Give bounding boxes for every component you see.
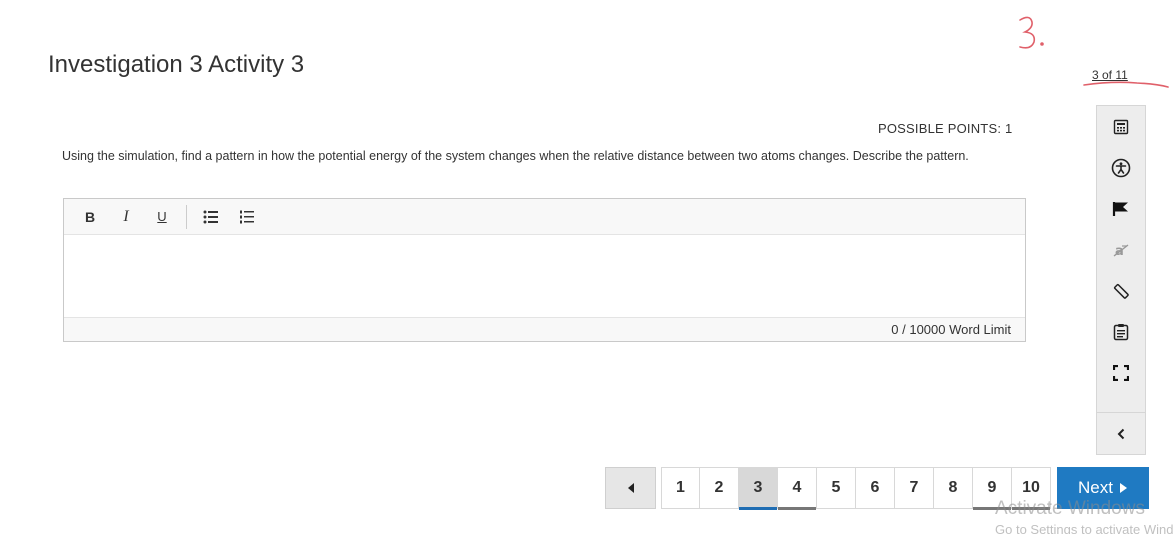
page-number: 1: [676, 479, 685, 496]
activate-windows-watermark: Activate Windows Go to Settings to activ…: [995, 498, 1174, 534]
response-editor: B I U 0 / 10000 Word Limit: [63, 198, 1026, 342]
text-strike-icon: a: [1113, 244, 1129, 258]
notepad-icon: [1113, 323, 1129, 340]
italic-button[interactable]: I: [112, 205, 140, 229]
page-2-button[interactable]: 2: [700, 467, 739, 509]
fullscreen-button[interactable]: [1097, 352, 1145, 393]
page-8-button[interactable]: 8: [934, 467, 973, 509]
page-1-button[interactable]: 1: [661, 467, 700, 509]
bulleted-list-button[interactable]: [197, 205, 225, 229]
word-count-bar: 0 / 10000 Word Limit: [64, 317, 1025, 341]
page-number: 9: [987, 479, 997, 496]
page-7-button[interactable]: 7: [895, 467, 934, 509]
watermark-title: Activate Windows: [995, 498, 1145, 519]
tools-sidebar: a: [1096, 105, 1146, 455]
page-title: Investigation 3 Activity 3: [48, 51, 305, 78]
accessibility-button[interactable]: [1097, 147, 1145, 188]
text-strike-button[interactable]: a: [1097, 229, 1145, 270]
word-limit-label: / 10000 Word Limit: [902, 322, 1011, 337]
handwritten-annotation: [1019, 16, 1044, 49]
chevron-left-icon: [1117, 428, 1125, 439]
flag-icon: [1112, 201, 1128, 216]
current-page-indicator: [739, 507, 777, 510]
question-prompt: Using the simulation, find a pattern in …: [62, 149, 969, 163]
bold-button[interactable]: B: [76, 205, 104, 229]
calculator-icon: [1113, 119, 1129, 134]
numbered-list-button[interactable]: [233, 205, 261, 229]
handwritten-underline: [1083, 81, 1169, 88]
page-3-button[interactable]: 3: [739, 467, 778, 510]
ruler-button[interactable]: [1097, 270, 1145, 311]
numbered-list-icon: [240, 210, 254, 223]
caret-right-icon: [1119, 483, 1127, 493]
page-4-button[interactable]: 4: [778, 467, 817, 510]
page-number: 7: [909, 479, 919, 496]
collapse-sidebar-button[interactable]: [1097, 412, 1145, 454]
page-number: 6: [870, 479, 880, 496]
toolbar-divider: [186, 204, 187, 229]
page-number: 4: [792, 479, 802, 496]
calculator-button[interactable]: [1097, 106, 1145, 147]
answered-indicator: [778, 507, 816, 510]
notepad-button[interactable]: [1097, 311, 1145, 352]
watermark-subtitle: Go to Settings to activate Windows.: [995, 522, 1174, 534]
page-5-button[interactable]: 5: [817, 467, 856, 509]
editor-toolbar: B I U: [64, 199, 1025, 235]
ruler-icon: [1113, 283, 1129, 299]
fullscreen-icon: [1113, 364, 1129, 381]
page-number: 2: [714, 479, 724, 496]
possible-points: POSSIBLE POINTS: 1: [878, 121, 1013, 136]
bulleted-list-icon: [203, 210, 218, 223]
flag-button[interactable]: [1097, 188, 1145, 229]
response-textarea[interactable]: [64, 235, 1025, 317]
word-count: 0: [891, 322, 899, 337]
page-6-button[interactable]: 6: [856, 467, 895, 509]
caret-left-icon: [627, 483, 634, 493]
previous-button[interactable]: [605, 467, 656, 509]
underline-button[interactable]: U: [148, 205, 176, 229]
accessibility-icon: [1111, 158, 1131, 177]
page-number: 5: [831, 479, 841, 496]
page-number: 8: [948, 479, 958, 496]
page-number: 3: [753, 479, 763, 496]
next-button-label: Next: [1078, 478, 1113, 497]
page-number: 10: [1022, 479, 1040, 496]
